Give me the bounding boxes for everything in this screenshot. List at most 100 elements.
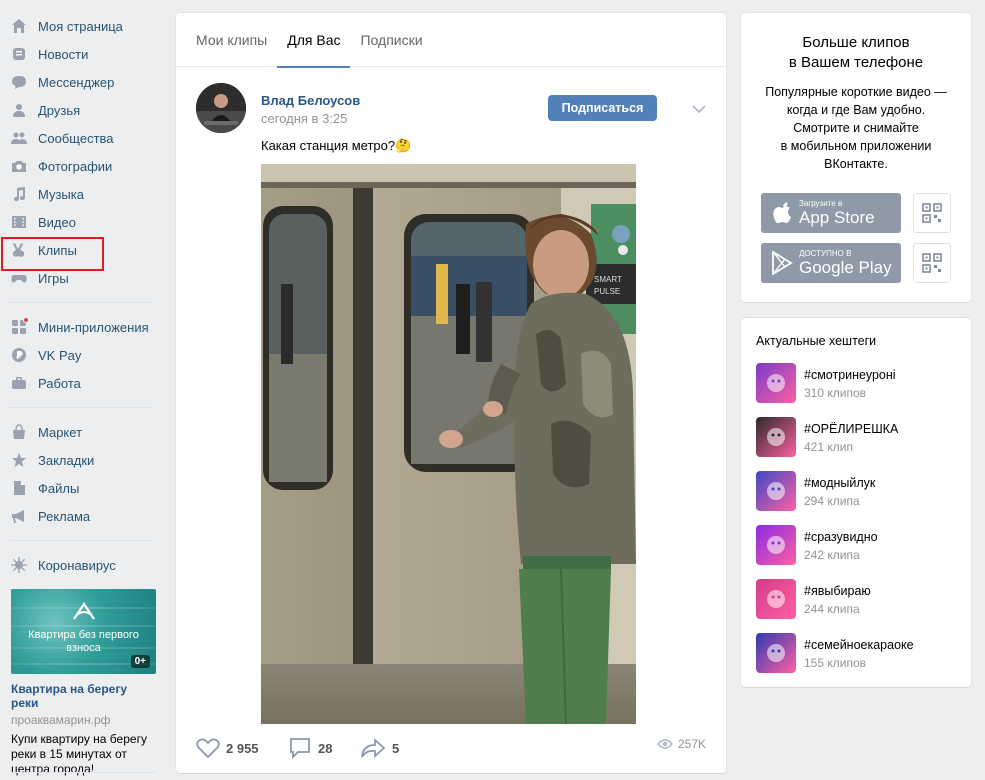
sidebar-item-mini-apps[interactable]: Мини-приложения bbox=[0, 313, 165, 341]
likes-count: 2 955 bbox=[226, 740, 259, 756]
briefcase-icon bbox=[10, 374, 28, 392]
sidebar-item-label: Моя страница bbox=[38, 18, 123, 34]
hashtag-item[interactable]: #смотринеуронi 310 клипов bbox=[756, 363, 966, 403]
ad-text: Купи квартиру на берегу реки в 15 минута… bbox=[11, 732, 147, 776]
post-text: Какая станция метро?🤔 bbox=[261, 138, 412, 153]
sidebar-item-star[interactable]: Закладки bbox=[0, 446, 165, 474]
sidebar-item-messenger[interactable]: Мессенджер bbox=[0, 68, 165, 96]
ad-domain: проаквамарин.рф bbox=[11, 713, 111, 727]
hashtag-name[interactable]: #ОРЁЛИРЕШКА bbox=[804, 422, 898, 436]
divider bbox=[10, 302, 154, 303]
sidebar-item-camera[interactable]: Фотографии bbox=[0, 152, 165, 180]
tab-for-you[interactable]: Для Вас bbox=[277, 13, 351, 68]
post-actions: 2 955 28 5 257K bbox=[196, 737, 706, 761]
film-icon bbox=[10, 213, 28, 231]
hashtag-item[interactable]: #явыбираю 244 клипа bbox=[756, 579, 966, 619]
promo-title: Больше клипов в Вашем телефоне bbox=[788, 34, 924, 71]
news-icon bbox=[10, 45, 28, 63]
share-button[interactable]: 5 bbox=[360, 737, 399, 759]
hashtag-name[interactable]: #семейноекараоке bbox=[804, 638, 914, 652]
sidebar-item-music-note[interactable]: Музыка bbox=[0, 180, 165, 208]
hashtag-item[interactable]: #модныйлук 294 клипа bbox=[756, 471, 966, 511]
ad-title[interactable]: Квартира на берегу реки bbox=[11, 682, 156, 710]
sidebar-item-label: Работа bbox=[38, 375, 81, 391]
hashtag-thumbnail bbox=[756, 363, 796, 403]
file-icon bbox=[10, 479, 28, 497]
shares-count: 5 bbox=[392, 740, 400, 756]
hashtag-name[interactable]: #сразувидно bbox=[804, 530, 878, 544]
clip-video[interactable]: SMART PULSE bbox=[261, 164, 636, 724]
qr-code-icon[interactable] bbox=[913, 243, 951, 283]
comment-icon bbox=[290, 738, 310, 759]
post-time[interactable]: сегодня в 3:25 bbox=[261, 111, 347, 126]
hashtag-thumbnail bbox=[756, 471, 796, 511]
ad-image-caption: Квартира без первого взноса bbox=[28, 629, 139, 654]
chevron-down-icon[interactable] bbox=[691, 104, 707, 114]
eye-icon bbox=[657, 739, 673, 749]
sidebar-item-shopping-bag[interactable]: Маркет bbox=[0, 418, 165, 446]
hashtag-name[interactable]: #смотринеуронi bbox=[804, 368, 896, 382]
qr-code-icon[interactable] bbox=[913, 193, 951, 233]
clips-feed: Мои клипы Для Вас Подписки Влад Белоусов… bbox=[176, 13, 726, 773]
sidebar-item-friends[interactable]: Друзья bbox=[0, 96, 165, 124]
sidebar-item-label: Закладки bbox=[38, 452, 95, 468]
sidebar-item-communities[interactable]: Сообщества bbox=[0, 124, 165, 152]
hashtag-thumbnail bbox=[756, 525, 796, 565]
post-header: Влад Белоусов сегодня в 3:25 Подписаться bbox=[196, 83, 706, 143]
sidebar-item-gamepad[interactable]: Игры bbox=[0, 264, 165, 292]
ad-logo-icon bbox=[73, 602, 95, 620]
clips-icon bbox=[10, 241, 28, 259]
hashtag-item[interactable]: #семейноекараоке 155 клипов bbox=[756, 633, 966, 673]
sidebar-item-label: Коронавирус bbox=[38, 557, 116, 573]
tab-subscriptions[interactable]: Подписки bbox=[350, 13, 432, 67]
hashtag-item[interactable]: #сразувидно 242 клипа bbox=[756, 525, 966, 565]
sidebar-item-clips[interactable]: Клипы bbox=[0, 236, 165, 271]
post-author[interactable]: Влад Белоусов bbox=[261, 93, 360, 108]
sidebar-item-megaphone[interactable]: Реклама bbox=[0, 502, 165, 530]
sidebar-item-film[interactable]: Видео bbox=[0, 208, 165, 236]
messenger-icon bbox=[10, 73, 28, 91]
hashtag-count: 155 клипов bbox=[804, 656, 866, 670]
ad-image[interactable]: Квартира без первого взноса 0+ bbox=[11, 589, 156, 674]
svg-text:SMART: SMART bbox=[594, 275, 622, 284]
subscribe-button[interactable]: Подписаться bbox=[548, 95, 657, 121]
comment-button[interactable]: 28 bbox=[288, 737, 332, 759]
hashtag-count: 244 клипа bbox=[804, 602, 860, 616]
avatar[interactable] bbox=[196, 83, 246, 133]
google-play-button[interactable]: ДОСТУПНО В Google Play bbox=[761, 243, 901, 283]
comments-count: 28 bbox=[318, 740, 333, 756]
hashtag-count: 421 клип bbox=[804, 440, 853, 454]
sidebar-item-vk-pay[interactable]: VK Pay bbox=[0, 341, 165, 369]
notification-dot bbox=[23, 317, 29, 323]
virus-icon bbox=[10, 556, 28, 574]
ad-block[interactable]: Квартира без первого взноса 0+ Квартира … bbox=[11, 589, 156, 777]
promo-text: Популярные короткие видео — когда и где … bbox=[765, 85, 947, 171]
share-icon bbox=[361, 737, 386, 759]
sidebar-item-virus[interactable]: Коронавирус bbox=[0, 551, 165, 579]
apple-icon bbox=[773, 202, 791, 224]
app-store-small: Загрузите в bbox=[799, 199, 843, 208]
app-store-button[interactable]: Загрузите в App Store bbox=[761, 193, 901, 233]
age-rating-badge: 0+ bbox=[130, 655, 150, 668]
hashtag-name[interactable]: #явыбираю bbox=[804, 584, 871, 598]
hashtag-count: 242 клипа bbox=[804, 548, 860, 562]
megaphone-icon bbox=[10, 507, 28, 525]
sidebar-item-label: Видео bbox=[38, 214, 76, 230]
sidebar-item-home[interactable]: Моя страница bbox=[0, 12, 165, 40]
tab-my-clips[interactable]: Мои клипы bbox=[186, 13, 277, 67]
hashtag-name[interactable]: #модныйлук bbox=[804, 476, 875, 490]
sidebar-item-label: Реклама bbox=[38, 508, 91, 524]
like-button[interactable]: 2 955 bbox=[196, 737, 259, 759]
sidebar-item-briefcase[interactable]: Работа bbox=[0, 369, 165, 397]
google-play-icon bbox=[772, 251, 793, 275]
sidebar-item-label: Друзья bbox=[38, 102, 81, 118]
hashtags-title: Актуальные хештеги bbox=[756, 334, 877, 348]
left-nav: Моя страница Новости Мессенджер Друзья Сообщ… bbox=[0, 12, 165, 600]
hashtag-item[interactable]: #ОРЁЛИРЕШКА 421 клип bbox=[756, 417, 966, 457]
sidebar-item-news[interactable]: Новости bbox=[0, 40, 165, 68]
google-play-small: ДОСТУПНО В bbox=[799, 249, 852, 258]
hashtag-thumbnail bbox=[756, 417, 796, 457]
google-play-big: Google Play bbox=[799, 258, 892, 277]
friends-icon bbox=[10, 101, 28, 119]
sidebar-item-file[interactable]: Файлы bbox=[0, 474, 165, 502]
